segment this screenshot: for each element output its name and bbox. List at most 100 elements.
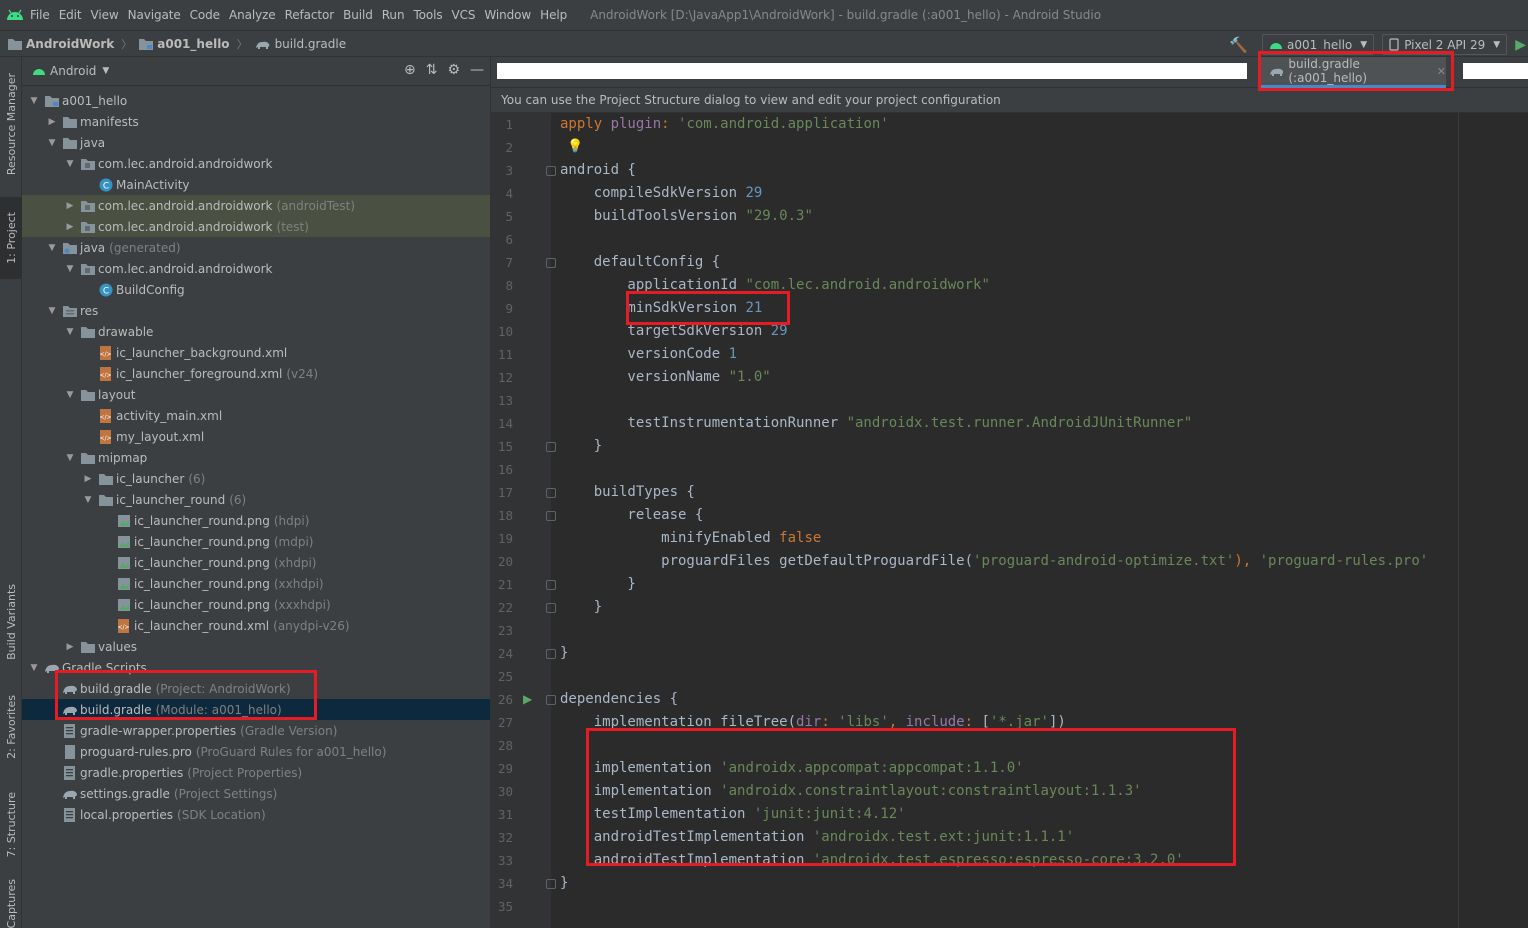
menu-navigate[interactable]: Navigate [128, 8, 181, 22]
tree-item[interactable]: ▼ a001_hello [22, 90, 490, 111]
tree-item[interactable]: </> ic_launcher_background.xml [22, 342, 490, 363]
tree-item[interactable]: ▼ res [22, 300, 490, 321]
tab-build-variants[interactable]: Build Variants [0, 577, 22, 667]
tree-item[interactable]: ic_launcher_round.png (xhdpi) [22, 552, 490, 573]
tree-item[interactable]: settings.gradle (Project Settings) [22, 783, 490, 804]
tree-item[interactable]: local.properties (SDK Location) [22, 804, 490, 825]
tree-item[interactable]: ▼ layout [22, 384, 490, 405]
menu-tools[interactable]: Tools [413, 8, 442, 22]
tree-item[interactable]: ▼ com.lec.android.androidwork [22, 153, 490, 174]
expand-down-icon[interactable]: ▼ [64, 453, 76, 463]
props-icon [62, 723, 78, 739]
tree-item[interactable]: ▼ java (generated) [22, 237, 490, 258]
tree-item[interactable]: ic_launcher_round.png (hdpi) [22, 510, 490, 531]
tab-structure[interactable]: 7: Structure [0, 785, 22, 865]
menu-run[interactable]: Run [382, 8, 405, 22]
expand-right-icon[interactable]: ▶ [82, 474, 94, 484]
run-icon[interactable]: ▶ [1515, 37, 1526, 53]
expand-right-icon[interactable]: ▶ [46, 117, 58, 127]
tree-item[interactable]: ▼ mipmap [22, 447, 490, 468]
lightbulb-icon[interactable]: 💡 [567, 139, 583, 154]
tree-item[interactable]: C BuildConfig [22, 279, 490, 300]
expand-right-icon[interactable]: ▶ [64, 201, 76, 211]
menu-view[interactable]: View [91, 8, 119, 22]
breadcrumb-module[interactable]: a001_hello [139, 37, 230, 51]
expand-down-icon[interactable]: ▼ [46, 138, 58, 148]
gear-icon[interactable]: ⚙ [447, 62, 460, 78]
expand-right-icon[interactable]: ▶ [64, 642, 76, 652]
device-select[interactable]: Pixel 2 API 29 ▼ [1382, 34, 1508, 55]
close-icon[interactable]: ✕ [1437, 65, 1446, 78]
tree-item[interactable]: C MainActivity [22, 174, 490, 195]
tree-item[interactable]: ▶ com.lec.android.androidwork (androidTest… [22, 195, 490, 216]
expand-down-icon[interactable]: ▼ [64, 264, 76, 274]
code-area[interactable]: apply plugin: 'com.android.application' a… [491, 113, 1528, 928]
tree-item[interactable]: ic_launcher_round.png (xxhdpi) [22, 573, 490, 594]
expand-down-icon[interactable]: ▼ [64, 327, 76, 337]
android-icon [33, 69, 45, 75]
tab-project[interactable]: 1: Project [0, 197, 22, 279]
tree-item[interactable]: ic_launcher_round.png (mdpi) [22, 531, 490, 552]
tree-item[interactable]: ▼ com.lec.android.androidwork [22, 258, 490, 279]
menu-file[interactable]: File [30, 8, 50, 22]
menu-vcs[interactable]: VCS [452, 8, 476, 22]
tree-item[interactable]: </> my_layout.xml [22, 426, 490, 447]
tree-item[interactable]: ▶ manifests [22, 111, 490, 132]
tree-item[interactable]: build.gradle (Project: AndroidWork) [22, 678, 490, 699]
tree-item[interactable]: ▶ ic_launcher (6) [22, 468, 490, 489]
menu-code[interactable]: Code [190, 8, 220, 22]
tab-favorites[interactable]: 2: Favorites [0, 685, 22, 769]
tree-item[interactable]: ▶ values [22, 636, 490, 657]
tree-item-suffix: (Module: a001_hello) [155, 702, 282, 717]
tree-item[interactable]: ▼ Gradle Scripts [22, 657, 490, 678]
tree-item[interactable]: gradle-wrapper.properties (Gradle Version… [22, 720, 490, 741]
menu-window[interactable]: Window [484, 8, 531, 22]
tab-captures-label: Captures [4, 879, 18, 928]
tree-item[interactable]: </> activity_main.xml [22, 405, 490, 426]
tab-captures[interactable]: Captures [0, 879, 22, 928]
xml-icon: </> [98, 408, 114, 424]
expand-down-icon[interactable]: ▼ [28, 96, 40, 106]
tree-item[interactable]: proguard-rules.pro (ProGuard Rules for a0… [22, 741, 490, 762]
project-view-select[interactable]: Android [50, 64, 96, 78]
chevron-down-icon[interactable]: ▼ [102, 66, 109, 76]
expand-down-icon[interactable]: ▼ [46, 306, 58, 316]
expand-down-icon[interactable]: ▼ [64, 159, 76, 169]
tree-item[interactable]: ▶ com.lec.android.androidwork (test) [22, 216, 490, 237]
tab-resource-manager-label: Resource Manager [4, 72, 18, 176]
tree-item[interactable]: gradle.properties (Project Properties) [22, 762, 490, 783]
tree-item-label: build.gradle [80, 681, 152, 696]
expand-down-icon[interactable]: ▼ [46, 243, 58, 253]
menu-analyze[interactable]: Analyze [229, 8, 276, 22]
tree-item[interactable]: ic_launcher_round.png (xxxhdpi) [22, 594, 490, 615]
tree-item[interactable]: ▼ ic_launcher_round (6) [22, 489, 490, 510]
tree-item[interactable]: </> ic_launcher_round.xml (anydpi-v26) [22, 615, 490, 636]
tree-item-suffix: (Project: AndroidWork) [155, 681, 291, 696]
tree-item-label: gradle-wrapper.properties [80, 723, 237, 738]
gradle-icon [255, 41, 269, 49]
menu-refactor[interactable]: Refactor [285, 8, 335, 22]
breadcrumb-file[interactable]: build.gradle [255, 37, 346, 51]
build-hammer-icon[interactable]: 🔨 [1229, 36, 1248, 54]
expand-down-icon[interactable]: ▼ [82, 495, 94, 505]
tree-item[interactable]: ▼ drawable [22, 321, 490, 342]
expand-down-icon[interactable]: ▼ [64, 390, 76, 400]
breadcrumb-project[interactable]: AndroidWork [8, 37, 114, 51]
tree-item[interactable]: build.gradle (Module: a001_hello) [22, 699, 490, 720]
tab-resource-manager[interactable]: Resource Manager [0, 65, 22, 183]
expand-right-icon[interactable]: ▶ [64, 222, 76, 232]
tab-build-gradle[interactable]: build.gradle (:a001_hello) ✕ [1261, 57, 1446, 88]
minimize-icon[interactable]: — [470, 62, 484, 78]
code-line: } [560, 875, 569, 891]
menu-edit[interactable]: Edit [59, 8, 82, 22]
menu-help[interactable]: Help [540, 8, 567, 22]
class-icon: C [98, 177, 114, 193]
locate-icon[interactable]: ⊕ [404, 62, 416, 78]
tree-item[interactable]: </> ic_launcher_foreground.xml (v24) [22, 363, 490, 384]
menu-build[interactable]: Build [343, 8, 373, 22]
collapse-all-icon[interactable]: ⇅ [426, 62, 438, 78]
expand-down-icon[interactable]: ▼ [28, 663, 40, 673]
run-config-select[interactable]: a001_hello ▼ [1262, 34, 1375, 55]
tree-item[interactable]: ▼ java [22, 132, 490, 153]
tab-build-gradle-label: build.gradle (:a001_hello) [1288, 57, 1368, 85]
